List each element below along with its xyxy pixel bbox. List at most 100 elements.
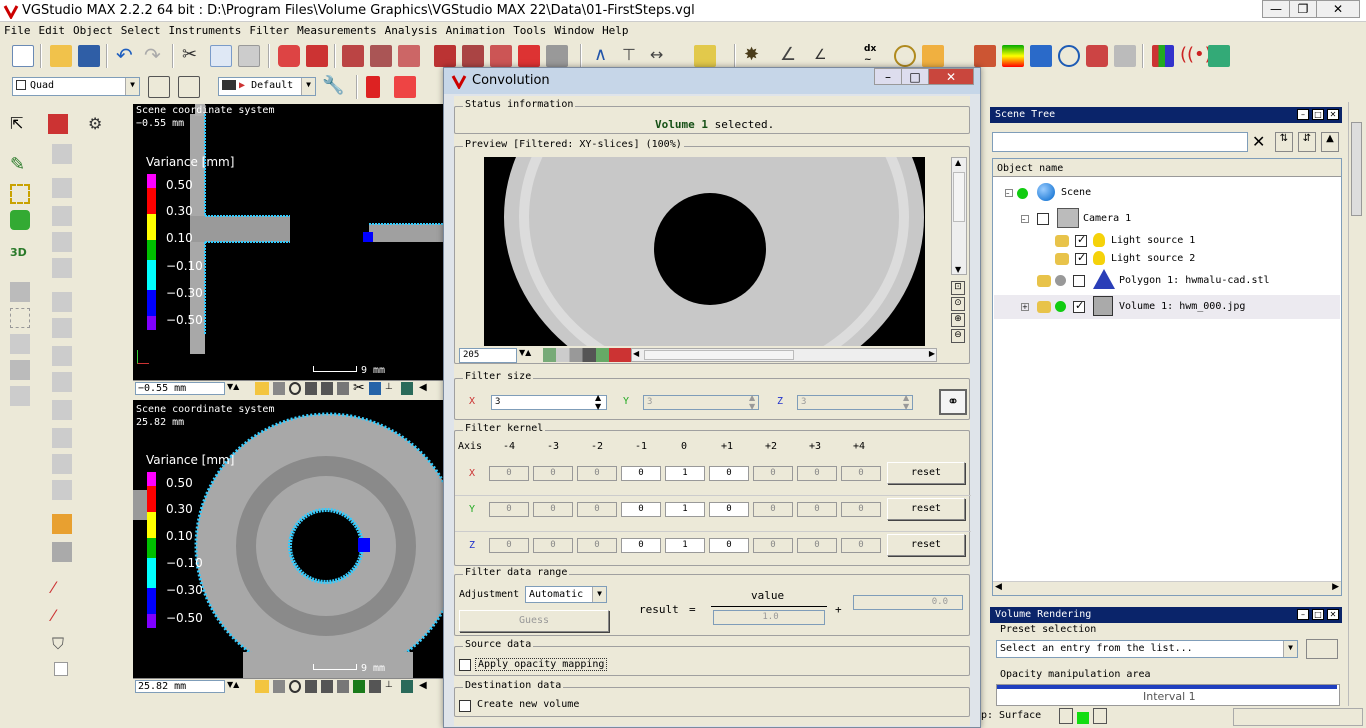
apply-opacity-checkbox[interactable] (459, 659, 471, 671)
visibility-icon[interactable] (1017, 188, 1028, 199)
chevron-down-icon[interactable]: ▼ (592, 587, 606, 602)
camera-tool-icon[interactable]: ⚙ (88, 114, 108, 134)
menu-edit[interactable]: Edit (35, 22, 70, 37)
tool-i-icon[interactable] (52, 232, 72, 252)
light-icon[interactable] (255, 680, 269, 693)
crosshair-icon[interactable] (894, 45, 916, 67)
kernel-cell[interactable]: 0 (577, 466, 617, 481)
grid-icon[interactable] (305, 382, 317, 395)
chevron-down-icon[interactable]: ▼▲ (227, 680, 239, 689)
ruler-icon[interactable]: ⊥ (385, 382, 397, 395)
kernel-cell[interactable]: 1 (665, 466, 705, 481)
new-file-icon[interactable] (12, 45, 34, 67)
tool-s-icon[interactable] (52, 542, 72, 562)
kernel-cell[interactable]: 0 (797, 466, 837, 481)
tool-e-icon[interactable] (10, 386, 30, 406)
stack-icon[interactable] (1208, 45, 1230, 67)
cluster-icon[interactable] (1086, 45, 1108, 67)
panel-close-icon[interactable]: ✕ (1327, 109, 1339, 120)
compass-icon[interactable] (1058, 45, 1080, 67)
tool-r-icon[interactable] (52, 480, 72, 500)
grid-icon[interactable] (305, 680, 317, 693)
preset-entry-select[interactable]: Select an entry from the list... ▼ (996, 640, 1298, 658)
tree-item-light-1[interactable]: Light source 1 (1111, 235, 1195, 246)
angle-icon[interactable]: ∠ (780, 45, 802, 67)
scissors-icon[interactable]: ✂ (353, 380, 365, 396)
tool-j-icon[interactable] (52, 258, 72, 278)
kernel-cell[interactable]: 0 (709, 502, 749, 517)
create-volume-checkbox[interactable] (459, 700, 471, 712)
angle2-icon[interactable]: ∠ (814, 45, 836, 67)
panel-minimize-icon[interactable]: – (1297, 609, 1309, 620)
tree-item-volume[interactable]: Volume 1: hwm_000.jpg (1119, 301, 1245, 312)
export-icon[interactable] (1114, 45, 1136, 67)
status-box-1[interactable] (1059, 708, 1073, 724)
map-icon[interactable] (401, 680, 413, 693)
tool-o-icon[interactable] (52, 400, 72, 420)
expand-icon[interactable]: + (1021, 303, 1029, 311)
lock-icon[interactable] (1055, 235, 1069, 247)
brush-icon[interactable] (462, 45, 484, 67)
visibility-icon[interactable] (1055, 275, 1066, 286)
lock-icon[interactable] (1037, 275, 1051, 287)
tool-g-icon[interactable] (52, 178, 72, 198)
menu-select[interactable]: Select (117, 22, 165, 37)
menu-help[interactable]: Help (598, 22, 633, 37)
chevron-down-icon[interactable]: ▼ (125, 78, 139, 95)
zoom-fit-icon[interactable]: ⊡ (951, 281, 965, 295)
bookmark-add-icon[interactable] (394, 76, 416, 98)
kernel-cell[interactable]: 0 (533, 502, 573, 517)
clear-search-icon[interactable]: ✕ (1252, 132, 1265, 151)
hscrollbar[interactable]: ◀ ▶ (993, 581, 1341, 595)
panel-float-icon[interactable]: □ (1312, 109, 1324, 120)
invert-selection-icon[interactable] (398, 45, 420, 67)
wand-icon[interactable] (10, 210, 30, 230)
deselect-tool-icon[interactable] (370, 45, 392, 67)
kernel-cell[interactable]: 0 (621, 466, 661, 481)
status-box-2[interactable] (1093, 708, 1107, 724)
slice-position-field[interactable]: 25.82 mm (135, 680, 225, 693)
menu-filter[interactable]: Filter (245, 22, 293, 37)
scroll-left-icon[interactable]: ◀ (633, 349, 639, 358)
3d-icon[interactable]: 3D (10, 246, 30, 266)
minimize-button[interactable]: — (1262, 0, 1290, 18)
tool-b-icon[interactable] (10, 308, 30, 328)
opacity-curve[interactable]: Interval 1 (996, 684, 1340, 706)
scroll-left-icon[interactable]: ◀ (995, 582, 1002, 592)
spin-icon[interactable]: ▲ ▼ (749, 393, 755, 411)
volume-icon[interactable] (974, 45, 996, 67)
tool-a-icon[interactable] (10, 282, 30, 302)
close-button[interactable]: ✕ (1316, 0, 1360, 18)
menu-measurements[interactable]: Measurements (293, 22, 380, 37)
dialog-minimize-button[interactable]: – (874, 68, 902, 85)
tool-icon[interactable] (273, 680, 285, 693)
kernel-cell[interactable]: 1 (665, 538, 705, 553)
adjustment-select[interactable]: Automatic ▼ (525, 586, 607, 603)
collapse-icon[interactable]: – (1021, 215, 1029, 223)
segment-icon[interactable] (546, 45, 568, 67)
tool-k-icon[interactable] (52, 292, 72, 312)
scroll-thumb[interactable] (953, 172, 965, 222)
tool-n-icon[interactable] (52, 372, 72, 392)
kernel-cell[interactable]: 0 (841, 538, 881, 553)
kernel-cell[interactable]: 0 (621, 538, 661, 553)
panel-float-icon[interactable]: □ (1312, 609, 1324, 620)
scroll-down-icon[interactable]: ▼ (955, 265, 961, 274)
green-square-icon[interactable] (353, 680, 365, 693)
kernel-cell[interactable]: 0 (797, 502, 837, 517)
delete-icon[interactable] (518, 45, 540, 67)
dialog-maximize-button[interactable]: □ (901, 68, 929, 85)
target-icon[interactable] (289, 680, 301, 693)
kernel-cell[interactable]: 0 (841, 502, 881, 517)
collapse-icon[interactable]: – (1005, 189, 1013, 197)
slice-number-field[interactable]: 205 (459, 348, 517, 363)
layers-icon[interactable] (1030, 45, 1052, 67)
chevron-down-icon[interactable]: ▼ (1283, 641, 1297, 657)
tool-h-icon[interactable] (52, 206, 72, 226)
color-swatch[interactable] (54, 662, 68, 676)
pipette-icon[interactable]: ⁄ (52, 606, 72, 626)
checkbox-camera[interactable] (1037, 213, 1049, 225)
zoom-in-icon[interactable]: ⊕ (951, 313, 965, 327)
map-icon[interactable] (401, 382, 413, 395)
menu-animation[interactable]: Animation (442, 22, 510, 37)
